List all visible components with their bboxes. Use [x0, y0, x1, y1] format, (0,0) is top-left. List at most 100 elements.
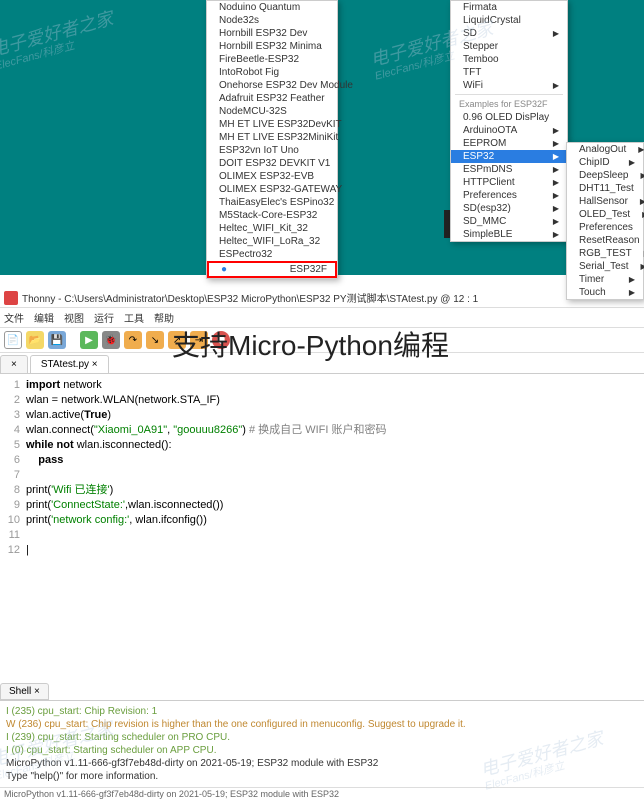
- chevron-right-icon: ▶: [640, 262, 644, 271]
- example-menu-item[interactable]: HallSensor▶: [567, 195, 643, 208]
- lib-menu-item[interactable]: EEPROM▶: [451, 137, 567, 150]
- annotation-label: 支持Micro-Python编程: [172, 324, 449, 364]
- chevron-right-icon: ▶: [629, 275, 635, 284]
- lib-menu-item[interactable]: Preferences▶: [451, 189, 567, 202]
- chevron-right-icon: ▶: [553, 165, 559, 174]
- board-menu-item[interactable]: OLIMEX ESP32-GATEWAY: [207, 183, 337, 196]
- chevron-right-icon: ▶: [629, 158, 635, 167]
- window-title: Thonny - C:\Users\Administrator\Desktop\…: [22, 290, 478, 305]
- chevron-right-icon: ▶: [553, 178, 559, 187]
- board-menu-item[interactable]: Adafruit ESP32 Feather: [207, 92, 337, 105]
- board-menu-item[interactable]: Node32s: [207, 14, 337, 27]
- example-menu-item[interactable]: Preferences▶: [567, 221, 643, 234]
- menu-item[interactable]: 视图: [64, 310, 84, 325]
- close-icon[interactable]: ×: [92, 359, 98, 370]
- chevron-right-icon: ▶: [553, 191, 559, 200]
- arduino-context-area: Noduino QuantumNode32sHornbill ESP32 Dev…: [0, 0, 644, 275]
- status-bar: MicroPython v1.11-666-gf3f7eb48d-dirty o…: [0, 787, 644, 800]
- example-menu-item[interactable]: DeepSleep▶: [567, 169, 643, 182]
- lib-menu-item[interactable]: Stepper: [451, 40, 567, 53]
- editor-tab[interactable]: ×: [0, 355, 28, 373]
- chevron-right-icon: ▶: [640, 197, 644, 206]
- chevron-right-icon: ▶: [638, 145, 644, 154]
- lib-menu-item[interactable]: TFT: [451, 66, 567, 79]
- menu-item[interactable]: 文件: [4, 310, 24, 325]
- step-over-button[interactable]: ↷: [124, 331, 142, 349]
- board-menu-item[interactable]: Noduino Quantum: [207, 1, 337, 14]
- menu-item[interactable]: 编辑: [34, 310, 54, 325]
- lib-menu-item[interactable]: HTTPClient▶: [451, 176, 567, 189]
- boards-menu: Noduino QuantumNode32sHornbill ESP32 Dev…: [206, 0, 338, 279]
- examples-category-menu: FirmataLiquidCrystalSD▶StepperTembooTFTW…: [450, 0, 568, 242]
- board-menu-item[interactable]: ThaiEasyElec's ESPino32: [207, 196, 337, 209]
- chevron-right-icon: ▶: [553, 81, 559, 90]
- lib-menu-item[interactable]: SD(esp32)▶: [451, 202, 567, 215]
- menu-item[interactable]: 运行: [94, 310, 114, 325]
- example-menu-item[interactable]: Serial_Test▶: [567, 260, 643, 273]
- code-editor[interactable]: 123456789101112 import networkwlan = net…: [0, 374, 644, 558]
- lib-menu-item[interactable]: SD▶: [451, 27, 567, 40]
- lib-menu-item[interactable]: LiquidCrystal: [451, 14, 567, 27]
- board-menu-item[interactable]: IntoRobot Fig: [207, 66, 337, 79]
- editor-tab[interactable]: STAtest.py ×: [30, 355, 109, 373]
- example-menu-item[interactable]: ResetReason▶: [567, 234, 643, 247]
- code-content[interactable]: import networkwlan = network.WLAN(networ…: [26, 378, 644, 558]
- board-menu-item[interactable]: ESPectro32: [207, 248, 337, 261]
- new-file-button[interactable]: 📄: [4, 331, 22, 349]
- board-menu-item[interactable]: NodeMCU-32S: [207, 105, 337, 118]
- debug-button[interactable]: 🐞: [102, 331, 120, 349]
- lib-menu-item[interactable]: SimpleBLE▶: [451, 228, 567, 241]
- example-menu-item[interactable]: OLED_Test▶: [567, 208, 643, 221]
- menu-heading: Examples for ESP32F: [451, 97, 567, 111]
- chevron-right-icon: ▶: [629, 288, 635, 297]
- example-menu-item[interactable]: AnalogOut▶: [567, 143, 643, 156]
- board-menu-item[interactable]: MH ET LIVE ESP32MiniKit: [207, 131, 337, 144]
- board-menu-item[interactable]: Hornbill ESP32 Dev: [207, 27, 337, 40]
- save-file-button[interactable]: 💾: [48, 331, 66, 349]
- open-file-button[interactable]: 📂: [26, 331, 44, 349]
- lib-menu-item[interactable]: Temboo: [451, 53, 567, 66]
- menu-item[interactable]: 帮助: [154, 310, 174, 325]
- thonny-icon: [4, 291, 18, 305]
- board-menu-item[interactable]: M5Stack-Core-ESP32: [207, 209, 337, 222]
- line-numbers: 123456789101112: [0, 378, 26, 558]
- board-menu-item[interactable]: ESP32vn IoT Uno: [207, 144, 337, 157]
- example-menu-item[interactable]: Touch▶: [567, 286, 643, 299]
- board-menu-item[interactable]: Onehorse ESP32 Dev Module: [207, 79, 337, 92]
- chevron-right-icon: ▶: [553, 204, 559, 213]
- board-menu-item[interactable]: OLIMEX ESP32-EVB: [207, 170, 337, 183]
- lib-menu-item[interactable]: WiFi▶: [451, 79, 567, 92]
- step-into-button[interactable]: ↘: [146, 331, 164, 349]
- chevron-right-icon: ▶: [553, 126, 559, 135]
- close-icon[interactable]: ×: [34, 686, 40, 697]
- chevron-right-icon: ▶: [640, 171, 644, 180]
- chevron-right-icon: ▶: [553, 152, 559, 161]
- example-menu-item[interactable]: ChipID▶: [567, 156, 643, 169]
- chevron-right-icon: ▶: [553, 29, 559, 38]
- example-menu-item[interactable]: RGB_TEST▶: [567, 247, 643, 260]
- example-menu-item[interactable]: DHT11_Test▶: [567, 182, 643, 195]
- close-icon[interactable]: ×: [11, 359, 17, 370]
- lib-menu-item[interactable]: 0.96 OLED DisPlay: [451, 111, 567, 124]
- shell-panel: Shell × I (235) cpu_start: Chip Revision…: [0, 681, 644, 800]
- chevron-right-icon: ▶: [553, 139, 559, 148]
- chevron-right-icon: ▶: [553, 217, 559, 226]
- board-menu-item[interactable]: Heltec_WIFI_Kit_32: [207, 222, 337, 235]
- menu-item[interactable]: 工具: [124, 310, 144, 325]
- board-menu-item[interactable]: FireBeetle-ESP32: [207, 53, 337, 66]
- thonny-window: Thonny - C:\Users\Administrator\Desktop\…: [0, 288, 644, 800]
- lib-menu-item[interactable]: Firmata: [451, 1, 567, 14]
- lib-menu-item[interactable]: ESP32▶: [451, 150, 567, 163]
- board-menu-item-selected[interactable]: ●ESP32F: [207, 261, 337, 278]
- shell-tab[interactable]: Shell ×: [0, 683, 49, 700]
- board-menu-item[interactable]: MH ET LIVE ESP32DevKIT: [207, 118, 337, 131]
- lib-menu-item[interactable]: ArduinoOTA▶: [451, 124, 567, 137]
- board-menu-item[interactable]: DOIT ESP32 DEVKIT V1: [207, 157, 337, 170]
- shell-output[interactable]: I (235) cpu_start: Chip Revision: 1W (23…: [0, 700, 644, 787]
- lib-menu-item[interactable]: SD_MMC▶: [451, 215, 567, 228]
- board-menu-item[interactable]: Hornbill ESP32 Minima: [207, 40, 337, 53]
- board-menu-item[interactable]: Heltec_WIFI_LoRa_32: [207, 235, 337, 248]
- run-button[interactable]: ▶: [80, 331, 98, 349]
- lib-menu-item[interactable]: ESPmDNS▶: [451, 163, 567, 176]
- example-menu-item[interactable]: Timer▶: [567, 273, 643, 286]
